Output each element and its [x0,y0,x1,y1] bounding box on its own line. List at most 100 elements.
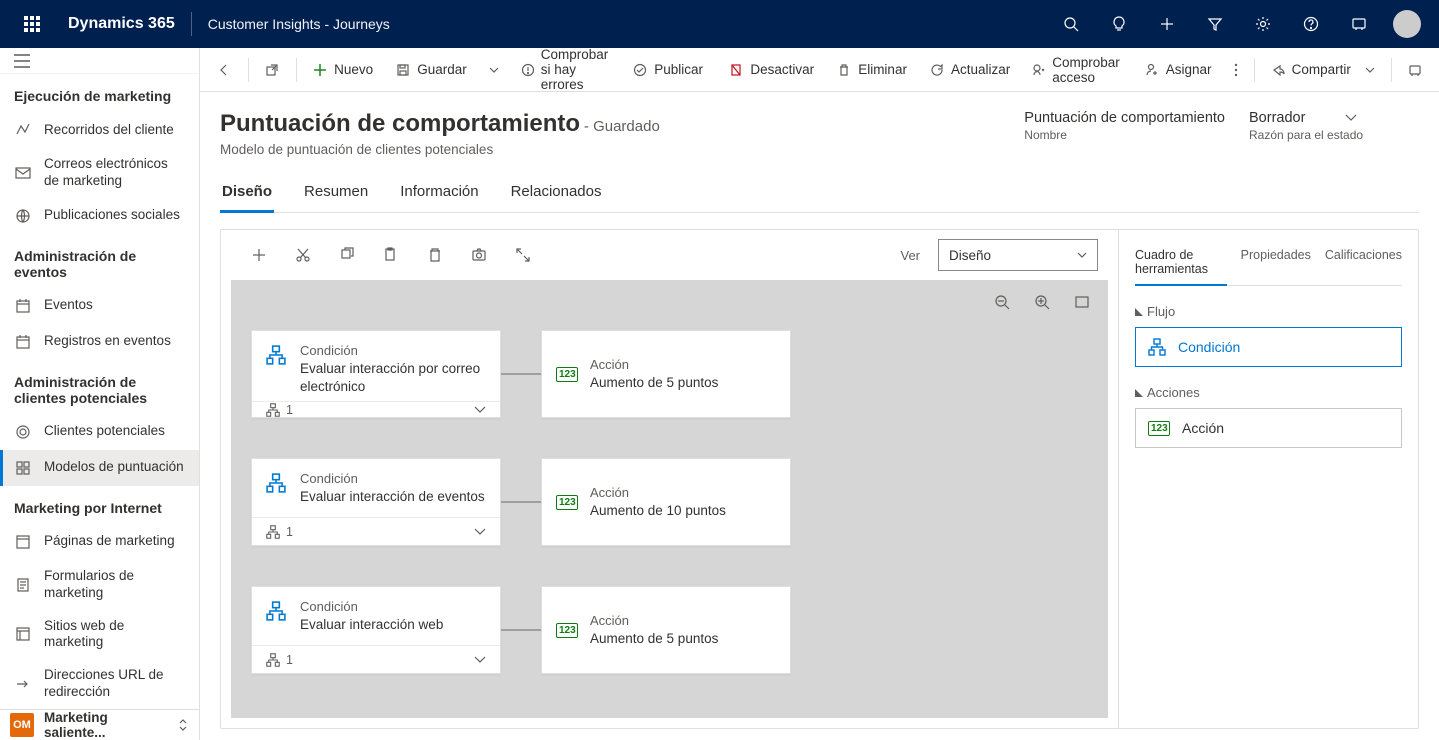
hamburger-icon[interactable] [0,48,199,74]
tile-desc: Aumento de 5 puntos [590,374,718,392]
global-header: Dynamics 365 Customer Insights - Journey… [0,0,1439,48]
filter-icon[interactable] [1191,0,1239,48]
nav-label: Registros en eventos [44,333,171,350]
zoom-out-icon[interactable] [990,290,1014,314]
action-tile[interactable]: 123AcciónAumento de 5 puntos [541,586,791,674]
share-label: Compartir [1292,62,1351,77]
flow-section-title: Flujo [1135,304,1402,319]
condition-tool-label: Condición [1178,339,1240,355]
nav-icon [14,625,32,643]
save-status: - Guardado [584,118,660,135]
save-button[interactable]: Guardar [385,52,477,88]
help-icon[interactable] [1287,0,1335,48]
condition-icon [266,473,288,495]
refresh-label: Actualizar [951,62,1010,77]
nav-item[interactable]: Publicaciones sociales [0,198,199,234]
nav-icon [14,459,32,477]
view-value: Diseño [949,248,991,263]
back-button[interactable] [206,52,242,88]
tool-panel: Cuadro de herramientas Propiedades Calific… [1118,230,1418,728]
nav-item[interactable]: Registros en eventos [0,324,199,360]
app-name[interactable]: Customer Insights - Journeys [196,16,402,32]
flow-row: CondiciónEvaluar interacción web1123Acci… [251,586,1088,674]
condition-tool[interactable]: Condición [1135,327,1402,367]
chevron-down-icon[interactable] [474,656,486,664]
waffle-icon[interactable] [8,0,56,48]
deactivate-button[interactable]: Desactivar [718,52,824,88]
chevron-down-icon[interactable] [474,406,486,414]
nav-item[interactable]: Clientes potenciales [0,414,199,450]
action-tile[interactable]: 123AcciónAumento de 5 puntos [541,330,791,418]
paste-icon[interactable] [373,237,409,273]
expand-icon[interactable] [505,237,541,273]
nav-icon [14,121,32,139]
condition-tile[interactable]: CondiciónEvaluar interacción web1 [251,586,501,674]
tile-desc: Evaluar interacción por correo electróni… [300,360,486,395]
fit-icon[interactable] [1070,290,1094,314]
refresh-button[interactable]: Actualizar [919,52,1020,88]
panel-tab[interactable]: Calificaciones [1325,240,1402,285]
meta-field[interactable]: Puntuación de comportamientoNombre [1024,110,1225,142]
tab-diseño[interactable]: Diseño [220,173,274,213]
action-tool[interactable]: 123 Acción [1135,408,1402,448]
nav-icon [14,207,32,225]
copy-icon[interactable] [329,237,365,273]
user-avatar[interactable] [1383,0,1431,48]
zoom-in-icon[interactable] [1030,290,1054,314]
plus-icon[interactable] [1143,0,1191,48]
meta-field[interactable]: BorradorRazón para el estado [1249,110,1419,142]
tab-relacionados[interactable]: Relacionados [509,173,604,212]
view-label: Ver [900,248,920,263]
snapshot-icon[interactable] [461,237,497,273]
search-icon[interactable] [1047,0,1095,48]
nav-item[interactable]: Formularios de marketing [0,560,199,610]
nav-item[interactable]: Recorridos del cliente [0,112,199,148]
child-count: 1 [266,653,293,667]
condition-tile[interactable]: CondiciónEvaluar interacción de eventos1 [251,458,501,546]
updown-icon [177,718,189,732]
nav-section-title: Ejecución de marketing [0,74,199,112]
record-header: Puntuación de comportamiento - Guardado … [220,92,1419,163]
nav-item[interactable]: Modelos de puntuación [0,450,199,486]
assistant-icon[interactable] [1335,0,1383,48]
settings-icon[interactable] [1239,0,1287,48]
panel-tab[interactable]: Propiedades [1241,240,1311,285]
check-errors-button[interactable]: Comprobar si hay errores [511,52,621,88]
panel-tab[interactable]: Cuadro de herramientas [1135,240,1227,286]
nav-item[interactable]: Páginas de marketing [0,524,199,560]
app-switcher-label: Marketing saliente... [44,710,167,740]
share-button[interactable]: Compartir [1260,52,1385,88]
condition-tile[interactable]: CondiciónEvaluar interacción por correo … [251,330,501,418]
check-access-button[interactable]: Comprobar acceso [1022,52,1132,88]
nav-item[interactable]: Eventos [0,288,199,324]
delete-button[interactable]: Eliminar [826,52,917,88]
action-tile[interactable]: 123AcciónAumento de 10 puntos [541,458,791,546]
lightbulb-icon[interactable] [1095,0,1143,48]
app-switcher[interactable]: OM Marketing saliente... [0,709,199,740]
chevron-down-icon[interactable] [474,528,486,536]
publish-button[interactable]: Publicar [622,52,713,88]
check-label: Comprobar si hay errores [541,48,611,92]
main-content: Nuevo Guardar Comprobar si hay errores P… [200,48,1439,740]
overflow-button[interactable] [1224,52,1248,88]
tab-resumen[interactable]: Resumen [302,173,370,212]
nav-label: Publicaciones sociales [44,207,180,224]
add-icon[interactable] [241,237,277,273]
new-label: Nuevo [334,62,373,77]
nav-item[interactable]: Direcciones URL de redirección [0,659,199,709]
open-assistant-button[interactable] [1397,52,1433,88]
nav-item[interactable]: Sitios web de marketing [0,610,199,660]
tile-desc: Evaluar interacción web [300,616,443,634]
nav-item[interactable]: Correos electrónicos de marketing [0,148,199,198]
tab-información[interactable]: Información [398,173,480,212]
design-canvas[interactable]: CondiciónEvaluar interacción por correo … [231,280,1108,718]
save-dropdown[interactable] [479,52,509,88]
tile-desc: Aumento de 10 puntos [590,502,726,520]
nav-label: Sitios web de marketing [44,618,185,652]
popout-button[interactable] [254,52,290,88]
cut-icon[interactable] [285,237,321,273]
assign-button[interactable]: Asignar [1134,52,1222,88]
trash-icon[interactable] [417,237,453,273]
new-button[interactable]: Nuevo [302,52,383,88]
view-select[interactable]: Diseño [938,239,1098,271]
